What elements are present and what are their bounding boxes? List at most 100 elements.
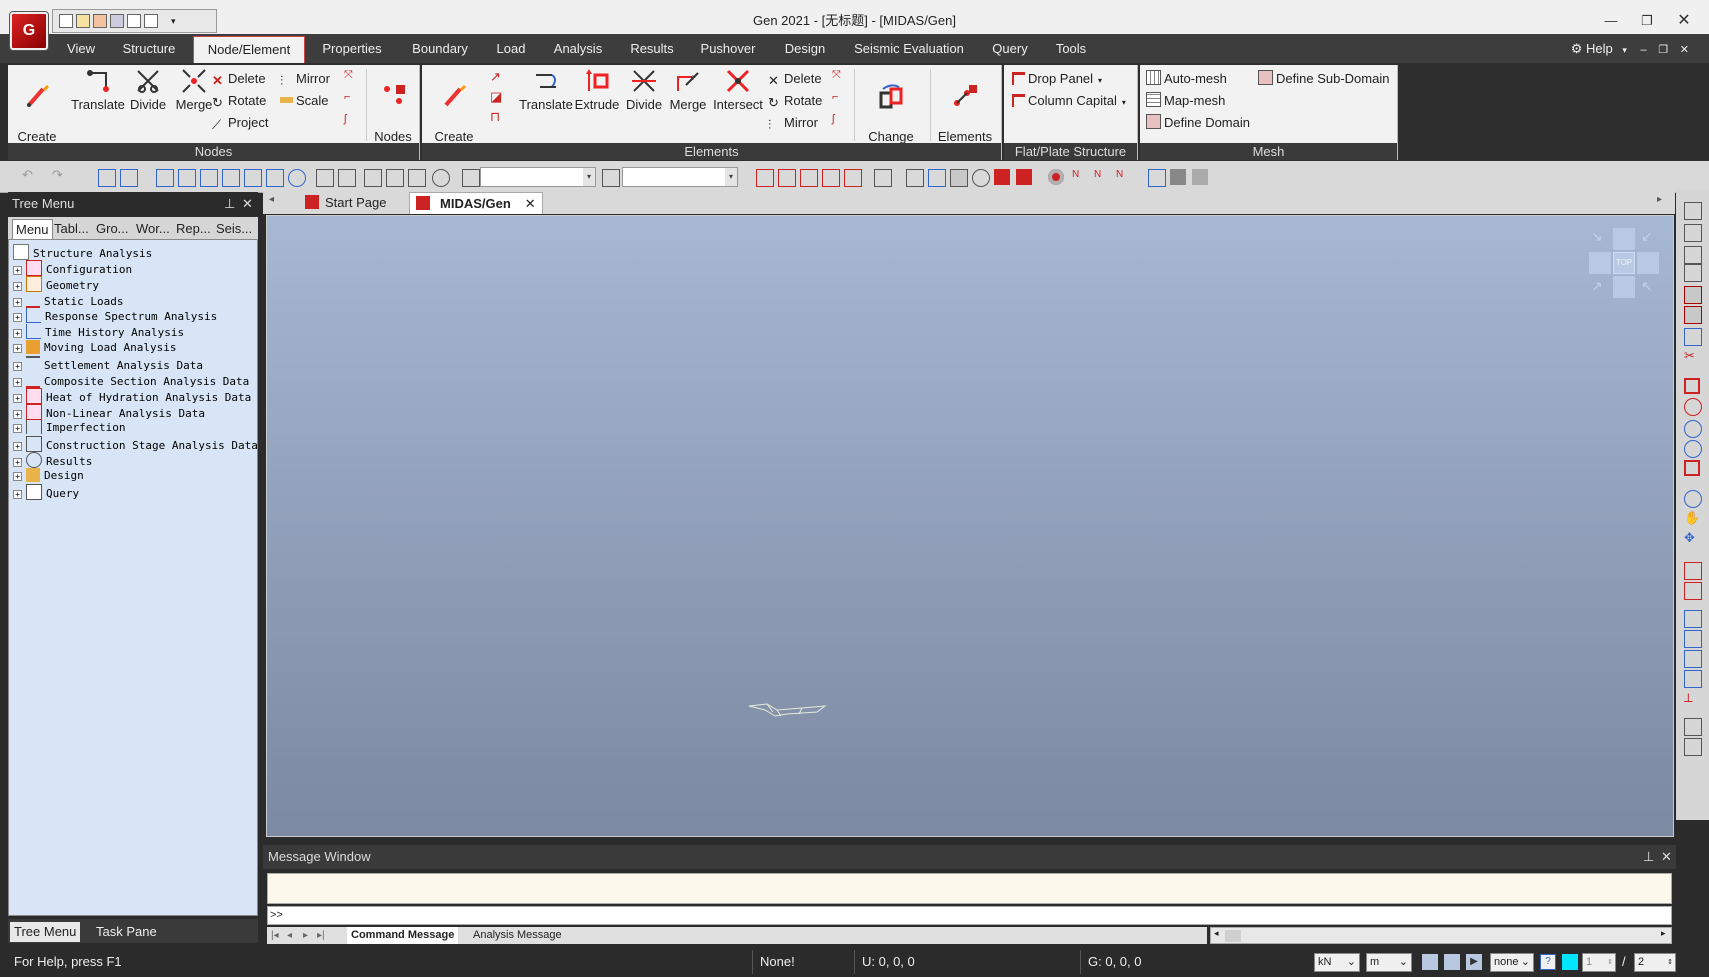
next-tab-icon[interactable]: ▸: [303, 927, 308, 944]
node-display-icon[interactable]: [1048, 169, 1064, 185]
tab-query[interactable]: Query: [986, 34, 1034, 63]
element-tool-extra-1-icon[interactable]: ⤧: [832, 69, 841, 82]
select-polygon-icon[interactable]: [156, 169, 174, 187]
pick-cursor-icon[interactable]: [462, 169, 480, 187]
tab-results[interactable]: Results: [626, 34, 678, 63]
close-icon[interactable]: ✕: [1661, 845, 1672, 869]
tab-design[interactable]: Design: [778, 34, 832, 63]
unselect-window-icon[interactable]: [316, 169, 334, 187]
play-icon[interactable]: ▶: [1466, 954, 1482, 970]
active-all-icon[interactable]: [408, 169, 426, 187]
select-identity-icon[interactable]: [288, 169, 306, 187]
project-nodes-button[interactable]: ⟋ Project: [212, 113, 268, 133]
scroll-right-icon[interactable]: ▸: [1661, 928, 1666, 939]
tab-analysis-message[interactable]: Analysis Message: [469, 927, 566, 944]
tree-tab-tables[interactable]: Tabl...: [54, 219, 89, 239]
view-iso-icon[interactable]: [1684, 562, 1702, 580]
tree-item-moving-load[interactable]: + Moving Load Analysis: [13, 340, 176, 356]
shrink-icon[interactable]: [994, 169, 1010, 185]
extrude-button[interactable]: Extrude: [574, 65, 620, 113]
column-capital-button[interactable]: Column Capital ▾: [1012, 91, 1126, 111]
zoom-fit-icon[interactable]: [1684, 460, 1700, 476]
zoom-in-icon[interactable]: [1684, 420, 1702, 438]
tree-root[interactable]: Structure Analysis: [13, 244, 152, 260]
page-total-spinner[interactable]: 2 ⇕: [1634, 953, 1676, 972]
divide-nodes-button[interactable]: Divide: [125, 65, 171, 113]
tab-load[interactable]: Load: [492, 34, 530, 63]
tab-scroll-right-icon[interactable]: ▸: [1657, 194, 1662, 205]
tree-item-imperfection[interactable]: + Imperfection: [13, 420, 125, 436]
node-number-icon[interactable]: N: [1072, 169, 1088, 185]
horizontal-scrollbar[interactable]: ◂ ▸: [1210, 927, 1672, 944]
tab-scroll-left-icon[interactable]: ◂: [269, 194, 274, 205]
scroll-left-icon[interactable]: ◂: [1214, 928, 1219, 939]
prev-tab-icon[interactable]: ◂: [287, 927, 292, 944]
restore-window-icon[interactable]: ❐: [1636, 12, 1658, 30]
view-front-icon[interactable]: [1684, 582, 1702, 600]
selection-filter-combo[interactable]: ▾: [480, 167, 596, 187]
last-tab-icon[interactable]: ▸|: [317, 927, 325, 944]
tree-item-results[interactable]: + Results: [13, 452, 92, 468]
save-icon[interactable]: [110, 14, 124, 28]
magnifier-icon[interactable]: [1684, 490, 1702, 508]
tab-node-element[interactable]: Node/Element: [193, 36, 305, 63]
help-menu[interactable]: ⚙ Help ▾ – ❐ ✕: [1571, 34, 1689, 63]
force-unit-select[interactable]: kN ⌄: [1314, 953, 1360, 972]
view-cube[interactable]: TOP ↘ ↙ ↗ ↖: [1589, 228, 1661, 300]
grid-lines-icon[interactable]: [1684, 224, 1702, 242]
element-tool-solid-icon[interactable]: ⊓: [490, 109, 500, 125]
view-cube-corner-icon[interactable]: ↖: [1641, 278, 1653, 295]
delete-nodes-button[interactable]: ✕ Delete: [212, 69, 266, 89]
selection-value-combo[interactable]: ▾: [622, 167, 738, 187]
hidden-view-icon[interactable]: [950, 169, 968, 187]
open-file-icon[interactable]: [76, 14, 90, 28]
view-cube-back-face[interactable]: [1613, 228, 1635, 250]
customize-qat-icon[interactable]: ▾: [171, 16, 176, 27]
tree-item-construction-stage[interactable]: + Construction Stage Analysis Data: [13, 436, 258, 452]
tree-item-composite-section[interactable]: + Composite Section Analysis Data: [13, 372, 249, 388]
node-tool-extra-2-icon[interactable]: ⌐: [344, 91, 350, 103]
print-icon[interactable]: [127, 14, 141, 28]
ribbon-close-icon[interactable]: ✕: [1680, 44, 1689, 56]
ribbon-restore-icon[interactable]: ❐: [1658, 44, 1668, 56]
view-cube-left-face[interactable]: [1589, 252, 1611, 274]
lock-icon[interactable]: [1192, 169, 1208, 185]
tree-item-time-history[interactable]: + Time History Analysis: [13, 324, 184, 340]
mirror-nodes-button[interactable]: ⫶ Mirror: [280, 69, 330, 89]
tab-properties[interactable]: Properties: [316, 34, 388, 63]
delete-elements-button[interactable]: ✕ Delete: [768, 69, 822, 89]
select-previous-icon[interactable]: [266, 169, 284, 187]
element-tool-line-icon[interactable]: ↗: [490, 69, 501, 85]
scissors-icon[interactable]: ✂: [1684, 348, 1700, 364]
tree-item-design[interactable]: + Design: [13, 468, 84, 484]
tree-tab-report[interactable]: Rep...: [176, 219, 211, 239]
named-view-icon[interactable]: [1684, 718, 1702, 736]
rotate-view-icon[interactable]: ✥: [1684, 530, 1700, 546]
define-sub-domain-button[interactable]: Define Sub-Domain: [1258, 69, 1389, 89]
merge-elements-button[interactable]: + Merge: [666, 65, 710, 113]
node-tool-icon[interactable]: [756, 169, 774, 187]
tree-item-geometry[interactable]: + Geometry: [13, 276, 99, 292]
grid-toggle-icon[interactable]: [1444, 954, 1460, 970]
pan-hand-icon[interactable]: ✋: [1684, 510, 1700, 526]
scroll-thumb[interactable]: [1225, 930, 1241, 942]
drop-panel-button[interactable]: Drop Panel ▾: [1012, 69, 1102, 89]
view-cube-top-face[interactable]: TOP: [1613, 252, 1635, 274]
tab-pushover[interactable]: Pushover: [696, 34, 760, 63]
tree-item-heat-of-hydration[interactable]: + Heat of Hydration Analysis Data: [13, 388, 251, 404]
snap-grid-icon[interactable]: [1684, 264, 1702, 282]
pin-icon[interactable]: ⊥: [1643, 845, 1654, 869]
redraw-icon[interactable]: [874, 169, 892, 187]
node-tool-extra-3-icon[interactable]: ʃ: [344, 113, 346, 125]
merge-nodes-button[interactable]: Merge: [170, 65, 218, 113]
tree-item-non-linear[interactable]: + Non-Linear Analysis Data: [13, 404, 205, 420]
view-right-icon[interactable]: [1684, 670, 1702, 688]
app-logo-button[interactable]: G: [10, 12, 48, 50]
ribbon-minimize-icon[interactable]: –: [1641, 44, 1647, 56]
view-axis-icon[interactable]: ⟂: [1684, 690, 1700, 706]
zoom-window-icon[interactable]: [1684, 378, 1700, 394]
undo-icon[interactable]: ↶: [22, 167, 38, 183]
tree-item-query[interactable]: + Query: [13, 484, 79, 500]
first-tab-icon[interactable]: |◂: [271, 927, 279, 944]
view-cube-corner-icon[interactable]: ↗: [1591, 278, 1603, 295]
